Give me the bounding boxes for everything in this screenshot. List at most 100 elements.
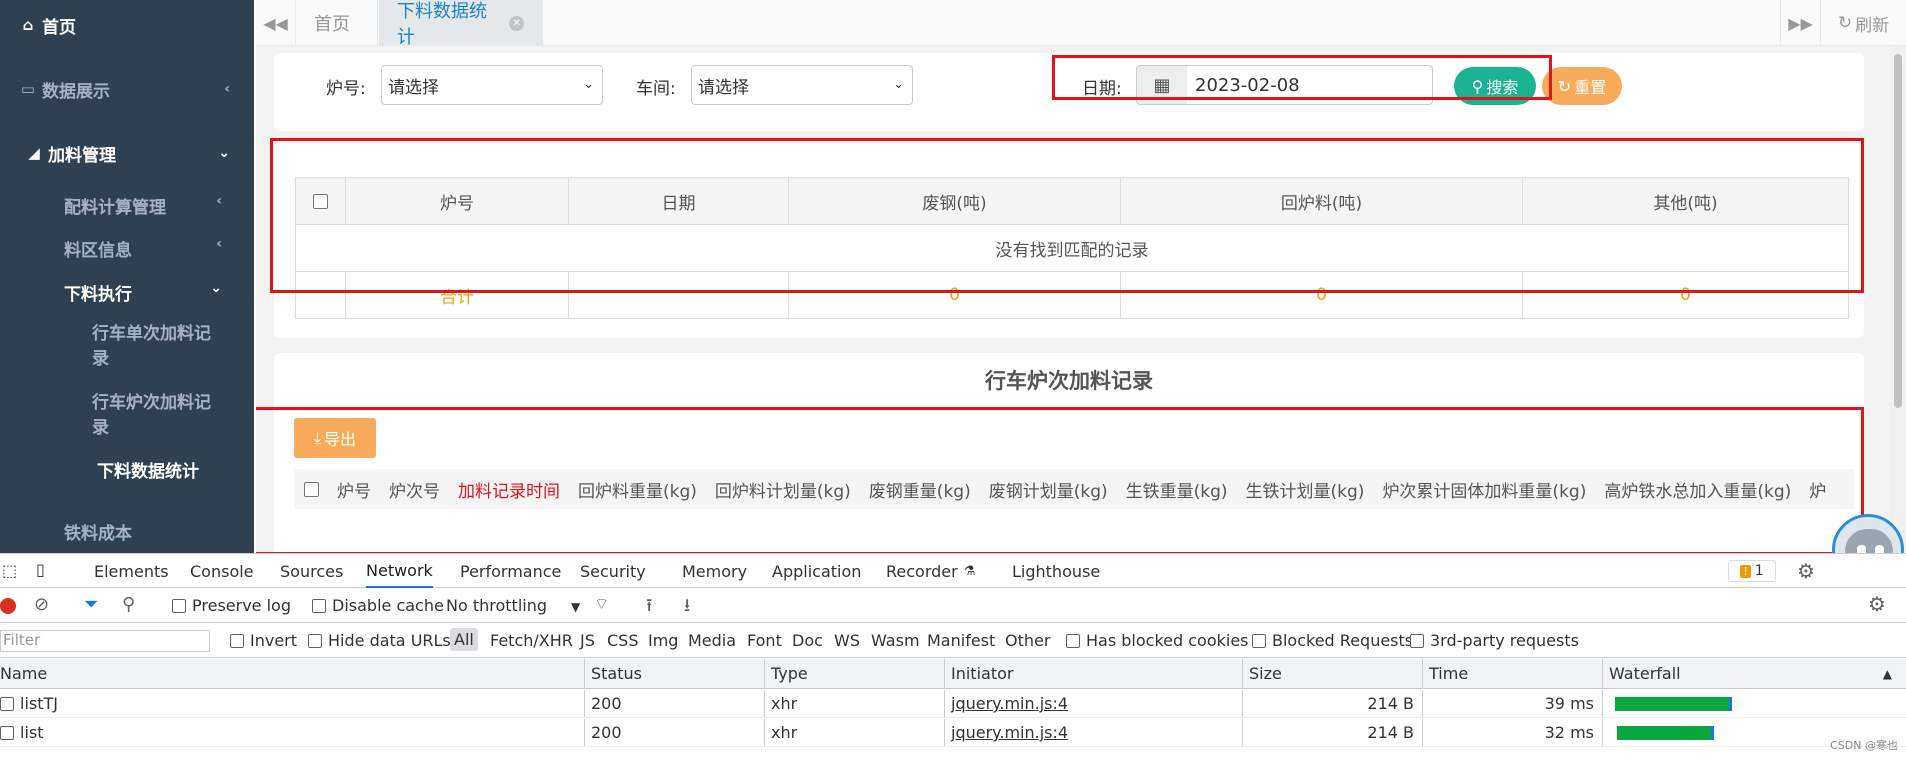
request-time: 39 ms (1422, 690, 1602, 717)
third-party-requests-checkbox[interactable]: 3rd-party requests (1410, 631, 1579, 650)
col-time[interactable]: Time (1422, 659, 1602, 688)
waterfall-bar (1617, 726, 1714, 740)
filter-input[interactable]: Filter (0, 630, 210, 652)
sidebar-item-material-area[interactable]: 料区信息 ‹ (64, 236, 244, 261)
devtools-tab-lighthouse[interactable]: Lighthouse (1012, 554, 1100, 588)
refresh-button[interactable]: ↻ 刷新 (1820, 0, 1906, 46)
network-conditions-icon[interactable]: ⌔ (594, 594, 609, 614)
devtools-tab-security[interactable]: Security (580, 554, 646, 588)
furnace-select[interactable]: 请选择 ⌄ (381, 65, 603, 105)
initiator-link[interactable]: jquery.min.js:4 (951, 723, 1068, 742)
col-type[interactable]: Type (764, 659, 944, 688)
col-status[interactable]: Status (584, 659, 764, 688)
table-row[interactable]: list 200 xhr jquery.min.js:4 214 B 32 ms (0, 719, 1906, 747)
monitor-icon: ▭ (20, 80, 36, 98)
table-row[interactable]: listTJ 200 xhr jquery.min.js:4 214 B 39 … (0, 690, 1906, 718)
devtools-tab-recorder[interactable]: Recorder ⚗ (886, 554, 975, 588)
devtools-tab-sources[interactable]: Sources (280, 554, 343, 588)
gear-icon[interactable]: ⚙ (1868, 592, 1886, 616)
filter-type-all[interactable]: All (450, 628, 478, 651)
filter-type-manifest[interactable]: Manifest (927, 631, 995, 650)
filter-type-other[interactable]: Other (1005, 631, 1050, 650)
chevron-down-icon: ⌄ (583, 77, 594, 92)
clear-icon[interactable]: ⊘ (34, 594, 49, 615)
chevron-left-icon: ‹ (216, 193, 222, 209)
workshop-select[interactable]: 请选择 ⌄ (691, 65, 913, 105)
scrollbar-thumb[interactable] (1894, 54, 1902, 408)
request-grid-header: Name Status Type Initiator Size Time Wat… (0, 659, 1906, 689)
blocked-requests-checkbox[interactable]: Blocked Requests (1252, 631, 1413, 650)
devtools-tab-application[interactable]: Application (772, 554, 861, 588)
request-size: 214 B (1242, 719, 1422, 746)
request-waterfall (1602, 690, 1906, 717)
tab-home[interactable]: 首页 (296, 0, 378, 46)
filter-type-css[interactable]: CSS (607, 631, 638, 650)
export-har-icon[interactable]: ⭳ (684, 593, 690, 623)
filter-type-js[interactable]: JS (580, 631, 595, 650)
devtools-tab-memory[interactable]: Memory (682, 554, 747, 588)
filter-type-font[interactable]: Font (747, 631, 782, 650)
inspect-icon[interactable]: ⬚ (2, 561, 17, 580)
device-toggle-icon[interactable]: ▯ (36, 560, 45, 579)
filter-type-img[interactable]: Img (648, 631, 678, 650)
filter-type-wasm[interactable]: Wasm (871, 631, 920, 650)
filter-type-media[interactable]: Media (688, 631, 736, 650)
request-name: list (0, 719, 584, 746)
request-initiator: jquery.min.js:4 (944, 719, 1242, 746)
sidebar-item-home[interactable]: ⌂ 首页 (18, 10, 254, 40)
filter-type-doc[interactable]: Doc (792, 631, 823, 650)
record-icon[interactable] (0, 598, 16, 614)
tab-scroll-right-button[interactable]: ▶▶ (1780, 0, 1820, 46)
col-size[interactable]: Size (1242, 659, 1422, 688)
throttling-select[interactable]: No throttling ▼ (446, 596, 580, 615)
sidebar-item-iron-cost[interactable]: 铁料成本 (64, 519, 244, 544)
workshop-label: 车间: (636, 79, 676, 99)
sidebar-item-data-display[interactable]: ▭ 数据展示 ‹ (18, 74, 254, 104)
sidebar-item-discharge-stats[interactable]: 下料数据统计 (97, 460, 227, 485)
tab-scroll-left-button[interactable]: ◀◀ (256, 0, 296, 46)
hide-data-urls-checkbox[interactable]: Hide data URLs (308, 631, 451, 650)
col-initiator[interactable]: Initiator (944, 659, 1242, 688)
sidebar-item-crane-single[interactable]: 行车单次加料记录 (92, 322, 222, 372)
issues-badge[interactable]: ! 1 (1728, 560, 1776, 582)
filter-icon[interactable]: ⏷ (84, 594, 98, 615)
preserve-log-checkbox[interactable]: Preserve log (172, 596, 291, 615)
devtools-panel: ⬚ ▯ Elements Console Sources Network Per… (0, 553, 1906, 759)
invert-checkbox[interactable]: Invert (230, 631, 297, 650)
request-status: 200 (584, 719, 764, 746)
disable-cache-checkbox[interactable]: Disable cache (312, 596, 444, 615)
annotation-box-summary (270, 138, 1864, 293)
devtools-tab-network[interactable]: Network (366, 554, 433, 588)
initiator-link[interactable]: jquery.min.js:4 (951, 694, 1068, 713)
has-blocked-cookies-checkbox[interactable]: Has blocked cookies (1066, 631, 1249, 650)
sort-up-icon: ▲ (1882, 666, 1892, 681)
sidebar-item-crane-heat[interactable]: 行车炉次加料记录 (92, 391, 222, 441)
request-status: 200 (584, 690, 764, 717)
import-har-icon[interactable]: ⭱ (646, 593, 652, 623)
sidebar-item-batching-calc[interactable]: 配料计算管理 ‹ (64, 193, 244, 218)
reset-button[interactable]: ↻ 重置 (1542, 67, 1622, 105)
sidebar-item-charging-mgmt[interactable]: ◢ 加料管理 ⌄ (24, 138, 254, 168)
devtools-tab-performance[interactable]: Performance (460, 554, 561, 588)
gear-icon[interactable]: ⚙ (1797, 559, 1815, 583)
chevron-left-icon: ‹ (216, 236, 222, 252)
sidebar: ⌂ 首页 ▭ 数据展示 ‹ ◢ 加料管理 ⌄ 配料计算管理 ‹ 料区信息 ‹ 下… (0, 0, 254, 553)
vertical-scrollbar[interactable] (1890, 46, 1906, 553)
chevron-down-icon: ⌄ (893, 77, 904, 92)
network-toolbar: ⊘ ⏷ ⚲ Preserve log Disable cache No thro… (0, 589, 1906, 623)
filter-type-ws[interactable]: WS (834, 631, 860, 650)
sidebar-item-discharge-exec[interactable]: 下料执行 ⌄ (64, 280, 244, 305)
devtools-tab-elements[interactable]: Elements (94, 554, 169, 588)
devtools-tab-console[interactable]: Console (190, 554, 254, 588)
refresh-icon: ↻ (1557, 76, 1572, 96)
col-name[interactable]: Name (0, 659, 584, 688)
watermark: CSDN @寒也 (1830, 739, 1898, 752)
chevron-down-icon: ⌄ (210, 280, 222, 296)
flask-icon: ⚗ (963, 563, 976, 579)
filter-type-fetch-xhr[interactable]: Fetch/XHR (490, 631, 573, 650)
col-waterfall[interactable]: Waterfall ▲ (1602, 659, 1906, 688)
close-icon[interactable]: ✕ (509, 15, 524, 31)
tab-discharge-stats[interactable]: 下料数据统计 ✕ (379, 0, 543, 48)
search-icon[interactable]: ⚲ (122, 594, 135, 615)
main-content: 炉号: 请选择 ⌄ 车间: 请选择 ⌄ 日期: ▦ 2023-02-08 ⚲ 搜… (256, 46, 1890, 553)
